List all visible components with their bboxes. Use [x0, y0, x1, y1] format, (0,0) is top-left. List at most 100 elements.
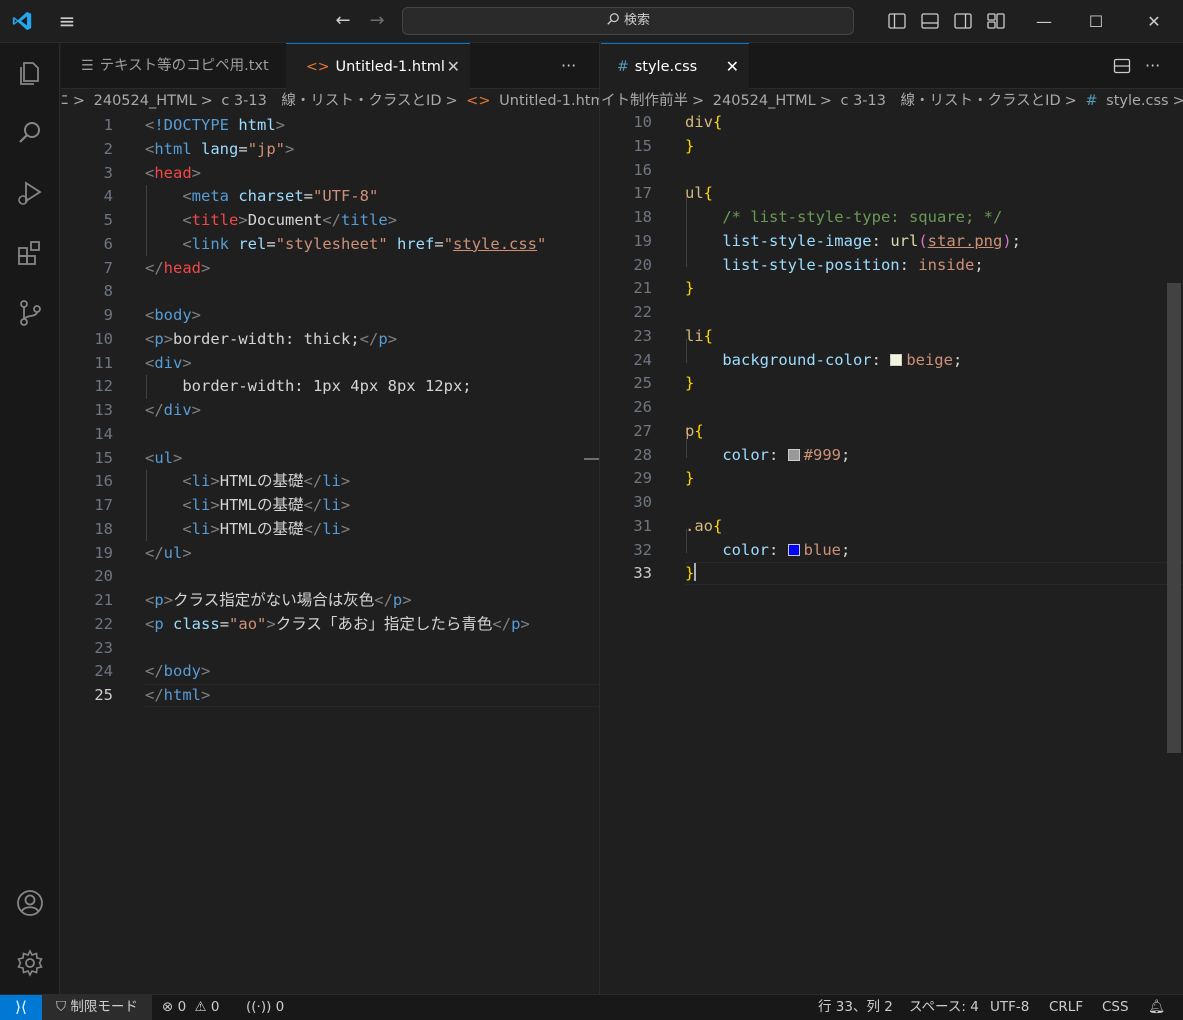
code-line: 18 /* list-style-type: square; */ — [601, 206, 1183, 230]
code-token: ; — [974, 255, 984, 274]
line-number: 20 — [94, 567, 113, 586]
code-line: 18 <li>HTMLの基礎</li> — [61, 518, 599, 542]
tab-style-css[interactable]: # style.css ✕ — [601, 43, 749, 89]
accounts-icon[interactable] — [12, 885, 48, 921]
line-number: 18 — [633, 208, 652, 226]
run-debug-icon[interactable] — [12, 175, 48, 211]
close-tab-icon[interactable]: ✕ — [726, 44, 739, 90]
code-editor-html[interactable]: 1 <!DOCTYPE html> 2 <html lang="jp"> 3 <head>… — [61, 113, 599, 994]
line-number: 11 — [94, 353, 113, 372]
indentation[interactable]: スペース: 4 — [909, 995, 979, 1020]
code-token: p — [378, 329, 388, 348]
problems-indicator[interactable]: ⊗ 0 ⚠ 0 — [162, 995, 220, 1020]
extensions-icon[interactable] — [12, 235, 48, 271]
back-arrow-icon[interactable]: ← — [332, 10, 354, 32]
close-tab-icon[interactable]: ✕ — [447, 44, 460, 90]
code-token: > — [191, 306, 202, 324]
code-token: ; — [1011, 231, 1021, 250]
notifications-bell-icon[interactable]: 🔔︎ — [1148, 995, 1165, 1020]
indent-guide — [146, 375, 147, 399]
vertical-scrollbar[interactable] — [1167, 283, 1181, 753]
code-line: 5 <title>Document</title> — [61, 209, 599, 233]
code-token: li — [685, 326, 704, 345]
restricted-mode[interactable]: ⛉ 制限モード — [42, 995, 152, 1020]
code-token: </ — [303, 472, 323, 491]
code-text: <title>Document</title> — [145, 209, 397, 233]
code-token: > — [191, 401, 202, 419]
code-token: HTMLの基礎 — [219, 472, 304, 491]
code-token: p — [154, 614, 174, 633]
settings-gear-icon[interactable] — [12, 945, 48, 981]
color-swatch[interactable] — [787, 448, 800, 461]
code-token: div — [154, 353, 183, 372]
breadcrumb-folder[interactable]: 240524_HTML — [713, 93, 816, 109]
vscode-logo-icon — [11, 10, 33, 32]
indent-guide — [686, 339, 687, 363]
code-token: : — [769, 445, 788, 464]
more-actions-icon[interactable]: ··· — [1145, 43, 1160, 89]
code-line: 25} — [601, 372, 1183, 396]
command-center-search[interactable]: 検索 — [402, 7, 854, 35]
indent-guide — [686, 196, 687, 267]
code-token: list-style-image — [722, 231, 872, 250]
tab-untitled-html[interactable]: <> Untitled-1.html ✕ — [286, 43, 470, 89]
ports-indicator[interactable]: ((·)) 0 — [246, 995, 284, 1020]
remote-indicator-icon[interactable]: ⟩⟨ — [0, 995, 42, 1020]
toggle-primary-sidebar-icon[interactable] — [887, 11, 907, 31]
code-token: blue — [803, 540, 841, 559]
line-number: 22 — [94, 614, 113, 633]
close-window-icon[interactable]: ✕ — [1131, 0, 1177, 43]
toggle-secondary-sidebar-icon[interactable] — [953, 11, 973, 31]
code-token: #999 — [803, 445, 841, 464]
code-text: list-style-position: inside; — [685, 254, 984, 278]
status-bar: ⟩⟨ ⛉ 制限モード ⊗ 0 ⚠ 0 ((·)) 0 行 33、列 2 スペース… — [0, 994, 1183, 1020]
forward-arrow-icon[interactable]: → — [366, 10, 388, 32]
breadcrumb-subfolder[interactable]: c 3-13 線・リスト・クラスとID — [221, 93, 441, 109]
minimize-icon[interactable]: — — [1021, 0, 1067, 43]
code-token: > — [210, 496, 220, 514]
split-editor-icon[interactable] — [1113, 43, 1131, 89]
shield-icon: ⛉ — [56, 999, 67, 1015]
code-line: 23 — [61, 637, 599, 661]
search-view-icon[interactable] — [12, 115, 48, 151]
maximize-icon[interactable]: ☐ — [1073, 0, 1119, 43]
breadcrumb-file[interactable]: Untitled-1.html — [499, 93, 599, 109]
code-token: Document — [247, 211, 323, 229]
line-number: 23 — [94, 638, 113, 657]
code-token: { — [694, 421, 704, 440]
color-swatch[interactable] — [890, 353, 903, 366]
more-actions-icon[interactable]: ··· — [561, 43, 576, 89]
code-token: { — [713, 113, 723, 131]
code-text: <p>border-width: thick;</p> — [145, 328, 397, 352]
code-token: url — [890, 231, 919, 250]
toggle-panel-icon[interactable] — [920, 11, 940, 31]
code-token: > — [340, 519, 351, 538]
line-number: 1 — [103, 116, 113, 134]
end-of-line[interactable]: CRLF — [1049, 995, 1083, 1020]
breadcrumb-subfolder[interactable]: c 3-13 線・リスト・クラスとID — [840, 93, 1060, 109]
code-token: < — [145, 163, 155, 182]
breadcrumb-file[interactable]: style.css — [1106, 93, 1168, 109]
tab-text-file[interactable]: ☰ テキスト等のコピペ用.txt — [61, 43, 285, 89]
color-swatch[interactable] — [787, 543, 800, 556]
encoding[interactable]: UTF-8 — [990, 995, 1029, 1020]
menu-icon[interactable]: ≡ — [56, 11, 78, 33]
code-text: <!DOCTYPE html> — [145, 114, 285, 138]
code-token: > — [285, 139, 295, 158]
code-token: </ — [145, 258, 164, 277]
code-line: 6 <link rel="stylesheet" href="style.css… — [61, 233, 599, 257]
source-control-icon[interactable] — [12, 295, 48, 331]
cursor-position[interactable]: 行 33、列 2 — [818, 995, 893, 1020]
code-line: 30 — [601, 491, 1183, 515]
explorer-icon[interactable] — [12, 55, 48, 91]
code-token: ) — [1002, 231, 1012, 250]
customize-layout-icon[interactable] — [986, 11, 1006, 31]
code-token: : — [871, 231, 891, 250]
breadcrumb-folder[interactable]: 240524_HTML — [94, 93, 197, 109]
breadcrumb-folder-parent[interactable]: イト制作前半 — [601, 93, 688, 109]
language-mode[interactable]: CSS — [1102, 995, 1129, 1020]
code-editor-css[interactable]: 10 div{15} 16 17 ul{18 /* list-style-type: s… — [601, 113, 1183, 994]
restricted-mode-label: 制限モード — [70, 999, 138, 1015]
